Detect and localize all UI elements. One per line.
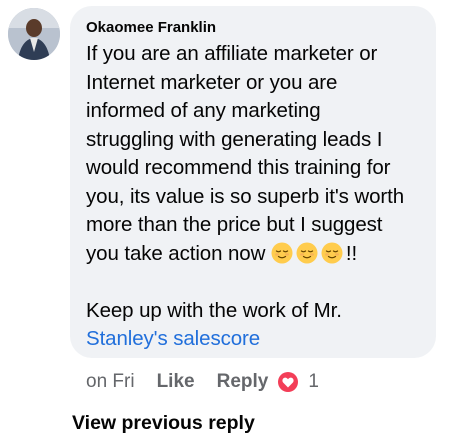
- view-previous-reply-link[interactable]: View previous reply: [72, 412, 255, 435]
- avatar[interactable]: [8, 8, 60, 60]
- comment-line: struggling with generating leads I: [86, 127, 383, 151]
- like-button[interactable]: Like: [157, 371, 195, 393]
- comment-text: If you are an affiliate marketer or Inte…: [86, 40, 422, 354]
- reaction-count[interactable]: 1: [308, 371, 319, 393]
- comment-line: more than the price but I suggest: [86, 213, 383, 236]
- comment-author[interactable]: Okaomee Franklin: [86, 19, 422, 37]
- comment-line: you, its value is so superb it's worth: [86, 184, 405, 208]
- comment-line-last: you take action now !!: [86, 240, 422, 269]
- comment-bubble: Okaomee Franklin If you are an affiliate…: [70, 6, 436, 358]
- heart-icon[interactable]: [278, 372, 299, 392]
- reply-button[interactable]: Reply: [217, 371, 269, 393]
- comment-timestamp[interactable]: on Fri: [86, 371, 135, 393]
- comment-last-text: you take action now: [86, 241, 266, 265]
- relieved-face-emoji-icon: [271, 242, 293, 264]
- relieved-face-emoji-icon: [296, 242, 318, 264]
- mention-link[interactable]: Stanley's salescore: [86, 325, 422, 354]
- relieved-face-emoji-icon: [321, 242, 343, 264]
- comment-line: If you are an affiliate marketer or: [86, 42, 378, 65]
- comment-line: informed of any marketing: [86, 99, 321, 122]
- comment-actions: on Fri Like Reply 1: [86, 370, 319, 394]
- comment-line: Internet marketer or you are: [86, 70, 338, 94]
- comment-suffix: !!: [345, 241, 358, 265]
- comment-second-paragraph: Keep up with the work of Mr.: [86, 298, 342, 322]
- comment-line: would recommend this training for: [86, 156, 391, 179]
- paragraph-break: [86, 268, 422, 297]
